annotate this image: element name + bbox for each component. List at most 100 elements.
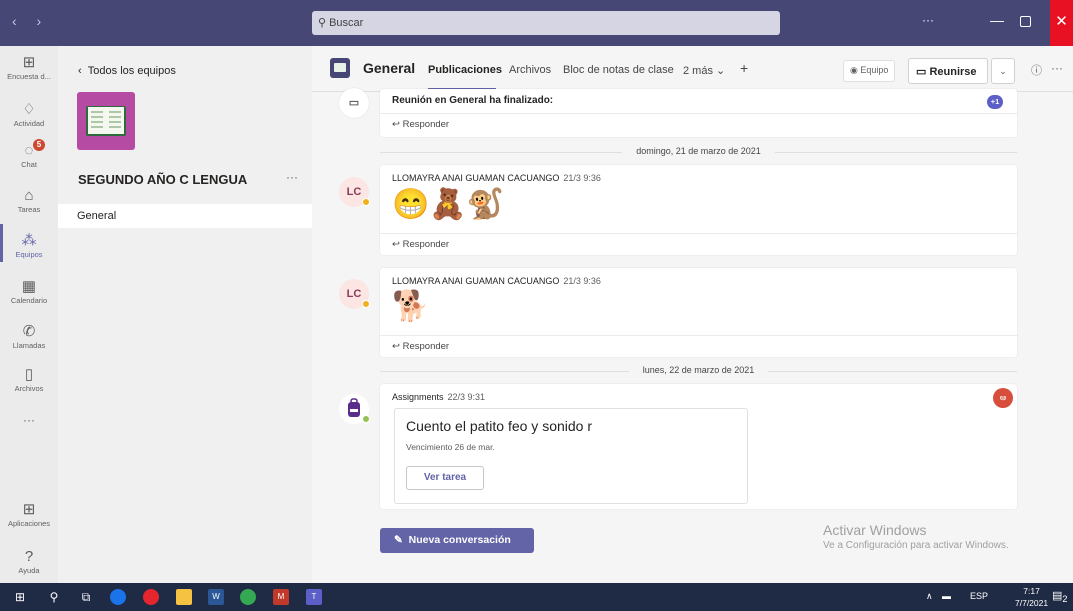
file-explorer-icon[interactable] bbox=[176, 589, 192, 605]
rail-equipos[interactable]: ⁂ Equipos bbox=[0, 232, 58, 259]
reply-label: Responder bbox=[402, 239, 450, 250]
reply-button[interactable]: ↩ Responder bbox=[380, 335, 1017, 357]
tab-more[interactable]: 2 más ⌄ bbox=[683, 64, 725, 77]
close-button[interactable]: ✕ bbox=[1050, 0, 1073, 46]
tab-bloc-notas[interactable]: Bloc de notas de clase bbox=[563, 64, 674, 76]
notification-count: 2 bbox=[1062, 594, 1068, 605]
rail-more[interactable]: ··· bbox=[0, 413, 58, 427]
rail-ayuda[interactable]: ? Ayuda bbox=[0, 548, 58, 575]
new-conversation-label: Nueva conversación bbox=[408, 534, 511, 546]
reply-button[interactable]: ↩ Responder bbox=[380, 113, 1017, 135]
view-assignment-button[interactable]: Ver tarea bbox=[406, 466, 484, 490]
presence-away-icon bbox=[362, 198, 370, 206]
reply-button[interactable]: ↩ Responder bbox=[380, 233, 1017, 255]
rail-actividad[interactable]: ♢ Actividad bbox=[0, 101, 58, 128]
new-conversation-button[interactable]: ✎ Nueva conversación bbox=[380, 528, 534, 553]
rail-label: Encuesta d... bbox=[7, 72, 51, 81]
rail-encuesta[interactable]: ⊞ Encuesta d... bbox=[0, 54, 58, 81]
date-text: lunes, 22 de marzo de 2021 bbox=[628, 365, 769, 375]
avatar-initials: LC bbox=[346, 288, 362, 300]
network-icon[interactable]: ▬ bbox=[942, 591, 951, 601]
phone-icon: ✆ bbox=[22, 323, 36, 340]
profile-more-button[interactable]: ··· bbox=[922, 13, 934, 27]
team-more-button[interactable]: ··· bbox=[286, 170, 298, 184]
windows-start-icon[interactable]: ⊞ bbox=[12, 589, 28, 605]
date-text: domingo, 21 de marzo de 2021 bbox=[622, 146, 775, 156]
meet-button[interactable]: ▭ Reunirse bbox=[908, 58, 988, 84]
back-forward-nav[interactable]: ‹ › bbox=[12, 13, 49, 29]
rail-archivos[interactable]: ▯ Archivos bbox=[0, 366, 58, 393]
help-icon: ? bbox=[24, 548, 34, 565]
add-tab-button[interactable]: + bbox=[740, 60, 748, 76]
rail-label: Equipos bbox=[15, 250, 43, 259]
watermark-title: Activar Windows bbox=[823, 522, 927, 538]
assignment-title: Cuento el patito feo y sonido r bbox=[406, 418, 593, 434]
clock[interactable]: 7:17 7/7/2021 bbox=[1015, 585, 1048, 609]
all-teams-label: Todos los equipos bbox=[87, 65, 176, 77]
rail-aplicaciones[interactable]: ⊞ Aplicaciones bbox=[0, 501, 58, 528]
search-placeholder: Buscar bbox=[329, 17, 364, 29]
post-card: LLOMAYRA ANAI GUAMAN CACUANGO 21/3 9:36 🐕… bbox=[380, 268, 1017, 357]
avatar[interactable]: LC bbox=[339, 279, 370, 309]
participant-count-badge: +1 bbox=[987, 95, 1003, 109]
watermark-subtitle: Ve a Configuración para activar Windows. bbox=[823, 540, 1009, 551]
video-icon: ▭ bbox=[916, 66, 927, 78]
reply-icon: ↩ bbox=[392, 119, 400, 130]
app-icon[interactable]: M bbox=[273, 589, 289, 605]
assignments-avatar[interactable] bbox=[339, 394, 370, 424]
minimize-button[interactable]: — bbox=[990, 12, 1004, 28]
chrome-icon[interactable] bbox=[110, 589, 126, 605]
teams-taskbar-icon[interactable]: T bbox=[306, 589, 322, 605]
apps-icon: ⊞ bbox=[22, 501, 36, 518]
avatar-initials: LC bbox=[346, 186, 362, 198]
assignment-card: Cuento el patito feo y sonido r Vencimie… bbox=[394, 408, 748, 504]
search-icon[interactable]: ⚲ bbox=[46, 589, 62, 605]
reaction-icon[interactable]: ఆ bbox=[993, 388, 1013, 408]
search-icon: ⚲ bbox=[318, 17, 327, 29]
post-author-line: Assignments 22/3 9:31 bbox=[380, 384, 1017, 410]
tray-chevron-icon[interactable]: ∧ bbox=[926, 591, 933, 602]
team-sidebar: ‹ Todos los equipos SEGUNDO AÑO C LENGUA… bbox=[58, 46, 312, 583]
opera-icon[interactable] bbox=[143, 589, 159, 605]
dog-sticker: 🐕 bbox=[392, 290, 430, 323]
rail-llamadas[interactable]: ✆ Llamadas bbox=[0, 323, 58, 350]
team-icon bbox=[330, 58, 350, 78]
teams-icon: ⁂ bbox=[21, 232, 37, 249]
reply-icon: ↩ bbox=[392, 239, 400, 250]
task-view-icon[interactable]: ⧉ bbox=[78, 589, 94, 605]
post-author-line: LLOMAYRA ANAI GUAMAN CACUANGO 21/3 9:36 bbox=[392, 276, 1005, 286]
rail-calendario[interactable]: ▦ Calendario bbox=[0, 278, 58, 305]
browser-icon[interactable] bbox=[240, 589, 256, 605]
rail-label: Aplicaciones bbox=[7, 519, 51, 528]
book-icon bbox=[86, 106, 126, 136]
channel-general[interactable]: General bbox=[58, 204, 312, 228]
rail-chat[interactable]: ◌ 5 Chat bbox=[0, 139, 58, 169]
meeting-icon: ▭ bbox=[339, 88, 369, 118]
chat-icon: ◌ bbox=[24, 142, 34, 159]
all-teams-link[interactable]: ‹ Todos los equipos bbox=[78, 65, 176, 77]
avatar[interactable]: LC bbox=[339, 177, 370, 207]
post-author-line: LLOMAYRA ANAI GUAMAN CACUANGO 21/3 9:36 bbox=[392, 173, 1005, 183]
team-button-label: Equipo bbox=[860, 65, 889, 75]
team-button[interactable]: ◉ Equipo bbox=[843, 60, 896, 82]
notification-icon[interactable]: ▤2 bbox=[1052, 589, 1068, 604]
channel-title: General bbox=[363, 60, 416, 76]
header-more-button[interactable]: ··· bbox=[1051, 61, 1063, 75]
maximize-button[interactable] bbox=[1020, 16, 1031, 27]
language-indicator[interactable]: ESP bbox=[970, 591, 988, 601]
rail-label: Actividad bbox=[13, 119, 45, 128]
post-time: 22/3 9:31 bbox=[447, 392, 486, 402]
search-input[interactable]: ⚲ Buscar bbox=[312, 11, 780, 35]
tab-archivos[interactable]: Archivos bbox=[509, 64, 551, 76]
word-icon[interactable]: W bbox=[208, 589, 224, 605]
tab-publicaciones[interactable]: Publicaciones bbox=[428, 64, 502, 76]
rail-label: Llamadas bbox=[12, 341, 46, 350]
meeting-text: Reunión en General ha finalizado: bbox=[392, 95, 554, 106]
clock-date: 7/7/2021 bbox=[1015, 598, 1049, 608]
meet-dropdown[interactable]: ⌄ bbox=[991, 58, 1015, 84]
info-button[interactable]: ⓘ bbox=[1031, 62, 1042, 78]
presence-away-icon bbox=[362, 300, 370, 308]
backpack-icon: ⌂ bbox=[24, 187, 34, 204]
rail-label: Tareas bbox=[17, 205, 41, 214]
rail-tareas[interactable]: ⌂ Tareas bbox=[0, 187, 58, 214]
